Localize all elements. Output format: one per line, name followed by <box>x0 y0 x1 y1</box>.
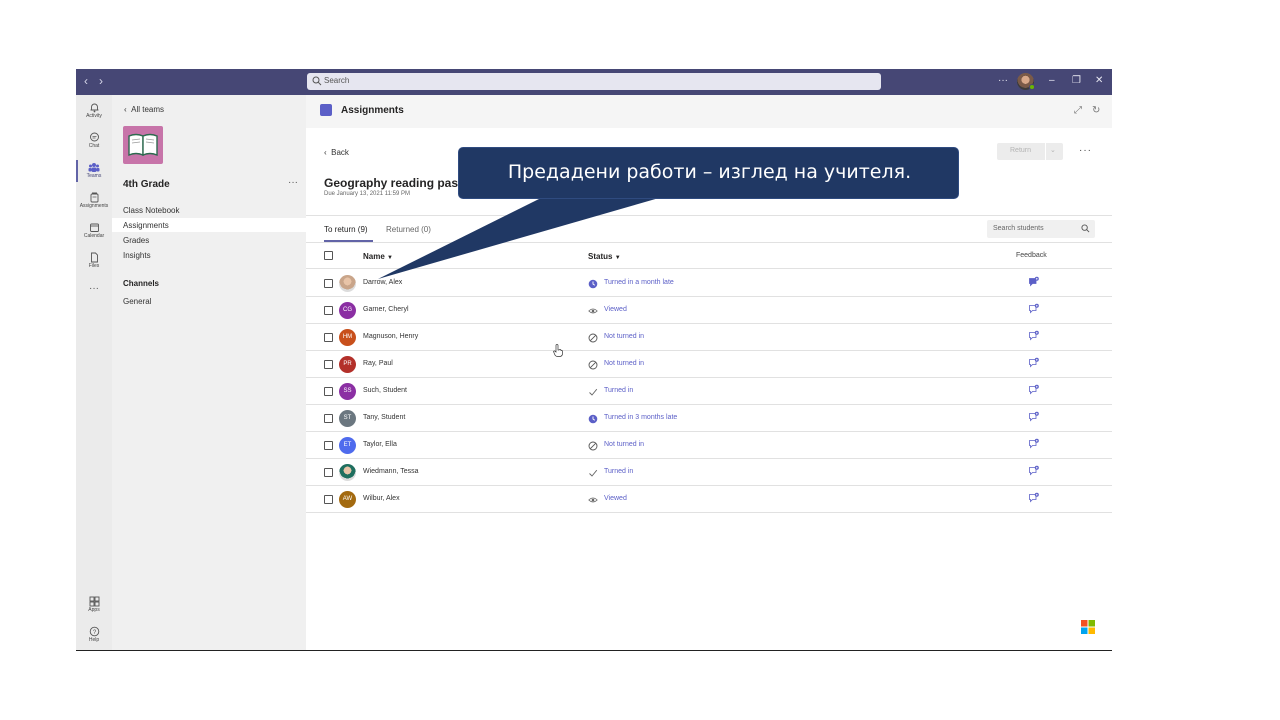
callout: Предадени работи – изглед на учителя. <box>458 147 959 199</box>
callout-pointer <box>378 196 666 279</box>
slide: ‹ › Search ··· – ❐ ✕ Activity Chat Teams… <box>0 0 1280 720</box>
callout-text: Предадени работи – изглед на учителя. <box>507 161 912 183</box>
